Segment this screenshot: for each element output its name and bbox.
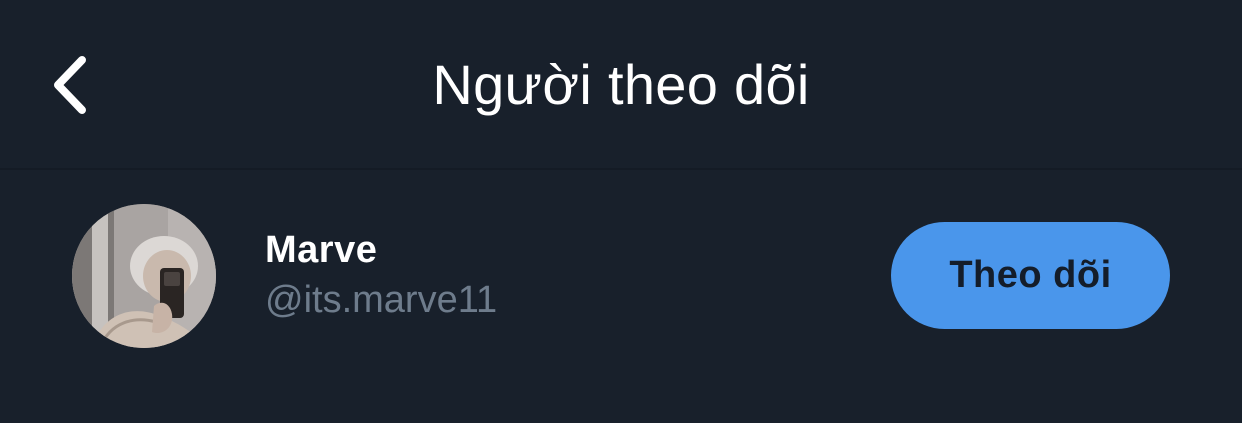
avatar[interactable] xyxy=(72,204,216,348)
profile-photo xyxy=(72,204,216,348)
follow-button[interactable]: Theo dõi xyxy=(891,222,1170,329)
page-title: Người theo dõi xyxy=(432,53,810,116)
follower-list-item[interactable]: Marve @its.marve11 Theo dõi xyxy=(0,170,1242,384)
display-name: Marve xyxy=(265,229,378,271)
user-info: Marve @its.marve11 xyxy=(265,228,497,322)
followers-screen: Người theo dõi Marve @its.marve11 Theo d… xyxy=(0,0,1242,423)
navigation-header: Người theo dõi xyxy=(0,0,1242,168)
username-handle: @its.marve11 xyxy=(265,279,498,321)
follow-button-label: Theo dõi xyxy=(949,254,1112,296)
